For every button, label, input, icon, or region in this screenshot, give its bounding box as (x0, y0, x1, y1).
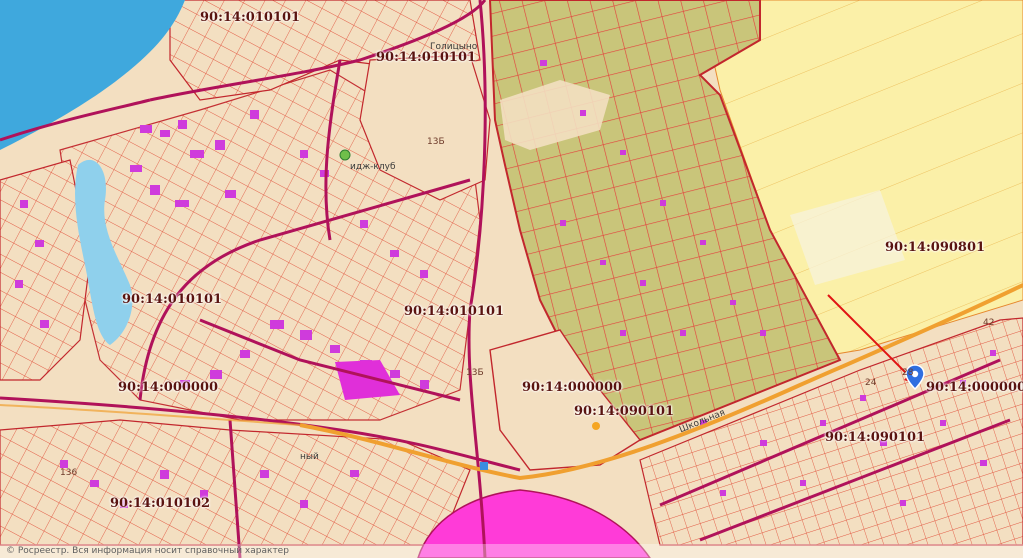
bus-stop-icon (480, 462, 488, 470)
map-canvas[interactable] (0, 0, 1023, 558)
cadastral-map[interactable]: 90:14:010101 90:14:010101 90:14:090801 9… (0, 0, 1023, 558)
parcel-number: 24 (865, 378, 877, 388)
cadastral-label-q-center-low[interactable]: 90:14:000000 (522, 380, 622, 395)
school-icon (592, 422, 600, 430)
cadastral-label-q-center-low2[interactable]: 90:14:090101 (574, 404, 674, 419)
parcel-number: 28 (902, 368, 914, 378)
cadastral-label-q-right[interactable]: 90:14:000000 (926, 380, 1023, 395)
parcel-number: 13Б (466, 368, 484, 378)
cadastral-label-q-top[interactable]: 90:14:010101 (200, 10, 300, 25)
cadastral-label-q-east[interactable]: 90:14:090801 (885, 240, 985, 255)
cadastral-label-q-west[interactable]: 90:14:010101 (122, 292, 222, 307)
cadastral-label-q-right-low[interactable]: 90:14:090101 (825, 430, 925, 445)
parcel-number: 136 (60, 468, 78, 478)
place-label-bottom: ный (300, 452, 319, 462)
parcel-number: 13Б (427, 137, 445, 147)
club-icon (339, 149, 351, 161)
club-label: идж-клуб (350, 162, 396, 172)
cadastral-label-q-bottom-left[interactable]: 90:14:010102 (110, 496, 210, 511)
cadastral-label-q-top2[interactable]: 90:14:010101 (376, 50, 476, 65)
parcel-number: 42 (983, 318, 995, 328)
cadastral-label-q-center[interactable]: 90:14:010101 (404, 304, 504, 319)
village-label: Голицыно (430, 42, 478, 52)
map-attribution: © Росреестр. Вся информация носит справо… (0, 544, 1023, 558)
cadastral-label-q-left-low[interactable]: 90:14:000000 (118, 380, 218, 395)
